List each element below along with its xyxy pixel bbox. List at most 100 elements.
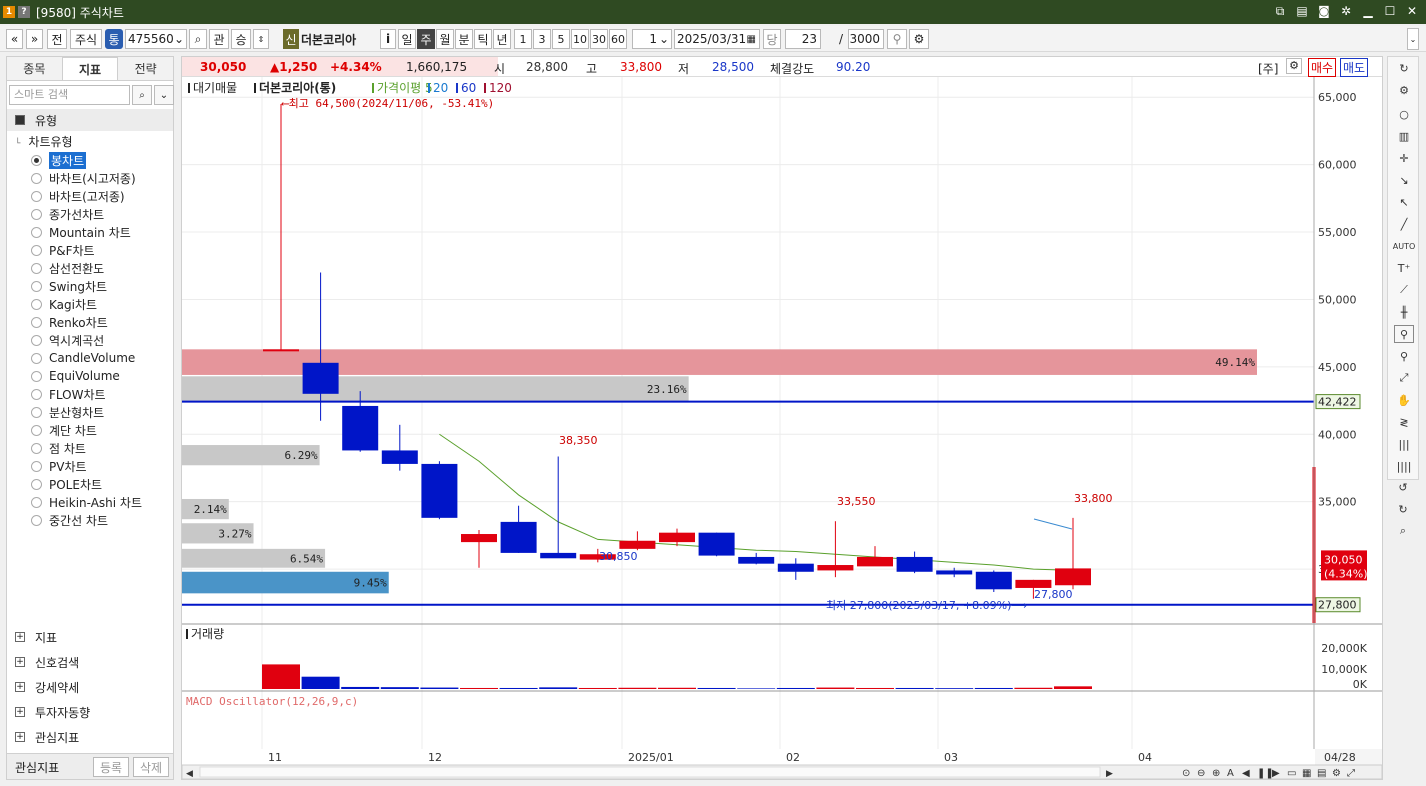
section-1[interactable]: + 신호검색 — [7, 651, 173, 673]
auto-line-icon[interactable]: AUTO — [1393, 237, 1416, 255]
radio-icon[interactable] — [31, 388, 42, 400]
market-select[interactable]: 주식 — [70, 29, 102, 49]
tab-1[interactable]: 지표 — [61, 57, 119, 80]
radio-icon[interactable] — [31, 460, 42, 472]
radio-icon[interactable] — [31, 442, 42, 454]
num-input[interactable]: 23 — [785, 29, 821, 49]
gear-icon[interactable]: ⚙ — [909, 29, 929, 49]
radio-icon[interactable] — [31, 280, 42, 292]
radio-icon[interactable] — [31, 208, 42, 220]
save-icon[interactable]: ▤ — [1294, 3, 1310, 19]
code-input[interactable]: 475560 ⌄ — [125, 29, 187, 49]
prev-button[interactable]: « — [6, 29, 23, 49]
search-icon[interactable]: ⌕ — [132, 85, 152, 105]
all-icon[interactable]: ⟋ — [1394, 281, 1414, 299]
tong-badge[interactable]: 통 — [105, 29, 123, 49]
chart-type-option[interactable]: 점 차트 — [31, 439, 86, 457]
radio-icon[interactable] — [31, 496, 42, 508]
redo-icon[interactable]: ↻ — [1393, 500, 1413, 518]
interval-10[interactable]: 10 — [571, 29, 589, 49]
next-button[interactable]: » — [26, 29, 43, 49]
maximize-icon[interactable]: ☐ — [1382, 3, 1398, 19]
register-button[interactable]: 등록 — [93, 757, 129, 777]
chart-type-option[interactable]: 봉차트 — [31, 151, 87, 169]
chart-type-option[interactable]: 바차트(시고저종) — [31, 169, 136, 187]
multi-bars-icon[interactable]: |||| — [1394, 457, 1414, 475]
link-icon[interactable]: ⧉ — [1272, 3, 1288, 19]
circle-icon[interactable]: ○ — [1394, 105, 1414, 123]
section-4[interactable]: + 관심지표 — [7, 726, 173, 748]
zoom-list-icon[interactable]: ⚲ — [1394, 347, 1414, 365]
section-2[interactable]: + 강세약세 — [7, 676, 173, 698]
pointer-icon[interactable]: ↘ — [1394, 171, 1414, 189]
collapse-icon[interactable]: ⌄ — [1407, 28, 1419, 50]
settings-icon[interactable]: ✲ — [1338, 3, 1354, 19]
chart-type-option[interactable]: P&F차트 — [31, 241, 95, 259]
crosshair-icon[interactable]: ✛ — [1394, 149, 1414, 167]
interval-60[interactable]: 60 — [609, 29, 627, 49]
radio-icon[interactable] — [31, 334, 42, 346]
zoom-icon[interactable]: ⚲ — [1394, 325, 1414, 343]
chevron-down-icon[interactable]: ⌄ — [659, 32, 669, 46]
chevron-down-icon[interactable]: ⌄ — [154, 85, 174, 105]
chart-type-option[interactable]: Kagi차트 — [31, 295, 97, 313]
info-button[interactable]: i — [380, 29, 396, 49]
radio-icon[interactable] — [31, 190, 42, 202]
expand-icon[interactable]: + — [15, 732, 25, 742]
text-icon[interactable]: T⁺ — [1394, 259, 1414, 277]
spin-icon[interactable]: ⇕ — [253, 29, 269, 49]
radio-icon[interactable] — [31, 262, 42, 274]
chart-type-option[interactable]: CandleVolume — [31, 349, 135, 367]
chart-type-option[interactable]: Renko차트 — [31, 313, 108, 331]
count-select[interactable]: 1 ⌄ — [632, 29, 672, 49]
camera-icon[interactable]: ◙ — [1316, 3, 1332, 19]
interval-5[interactable]: 5 — [552, 29, 570, 49]
price-chart[interactable]: 65,000 60,000 55,000 50,000 45,000 40,000 35,0… — [182, 77, 1382, 779]
chart-type-option[interactable]: Mountain 차트 — [31, 223, 131, 241]
chart-type-option[interactable]: Heikin-Ashi 차트 — [31, 493, 142, 511]
up-button[interactable]: 승 — [231, 29, 251, 49]
dang-button[interactable]: 당 — [763, 29, 781, 49]
chart-type-option[interactable]: PV차트 — [31, 457, 87, 475]
chart-type-option[interactable]: FLOW차트 — [31, 385, 106, 403]
chart-type-option[interactable]: POLE차트 — [31, 475, 102, 493]
radio-icon[interactable] — [31, 244, 42, 256]
candle-icon[interactable]: ╫ — [1394, 303, 1414, 321]
total-input[interactable]: 3000 — [848, 29, 884, 49]
cursor-icon[interactable]: ↖ — [1394, 193, 1414, 211]
chart-type-option[interactable]: 바차트(고저종) — [31, 187, 125, 205]
chart-type-option[interactable]: 종가선차트 — [31, 205, 104, 223]
radio-icon[interactable] — [31, 352, 42, 364]
fib-icon[interactable]: ⤢ — [1394, 369, 1414, 387]
chevron-down-icon[interactable]: ⌄ — [174, 32, 184, 46]
period-1[interactable]: 주 — [417, 29, 435, 49]
collapse-icon[interactable] — [15, 115, 25, 125]
chart-type-option[interactable]: EquiVolume — [31, 367, 120, 385]
chart-type-option[interactable]: 중간선 차트 — [31, 511, 108, 529]
line-icon[interactable]: ╱ — [1394, 215, 1414, 233]
undo-icon[interactable]: ↺ — [1393, 478, 1413, 496]
section-type[interactable]: 유형 — [7, 109, 173, 131]
expand-icon[interactable]: + — [15, 707, 25, 717]
period-0[interactable]: 일 — [398, 29, 416, 49]
help-icon[interactable]: ? — [18, 6, 30, 18]
section-3[interactable]: + 투자자동향 — [7, 701, 173, 723]
expand-icon[interactable]: + — [15, 632, 25, 642]
radio-icon[interactable] — [31, 478, 42, 490]
interval-30[interactable]: 30 — [590, 29, 608, 49]
radio-icon[interactable] — [31, 406, 42, 418]
all-button[interactable]: 전 — [47, 29, 67, 49]
hand-icon[interactable]: ✋ — [1394, 391, 1414, 409]
delete-button[interactable]: 삭제 — [133, 757, 169, 777]
bars-icon[interactable]: ||| — [1394, 435, 1414, 453]
date-input[interactable]: 2025/03/31 ▦ — [674, 29, 760, 49]
gwan-button[interactable]: 관 — [209, 29, 229, 49]
interval-3[interactable]: 3 — [533, 29, 551, 49]
zigzag-icon[interactable]: ≷ — [1394, 413, 1414, 431]
chart-type-option[interactable]: Swing차트 — [31, 277, 107, 295]
radio-icon[interactable] — [31, 316, 42, 328]
refresh-icon[interactable]: ↻ — [1394, 59, 1414, 77]
radio-icon[interactable] — [31, 424, 42, 436]
radio-icon[interactable] — [31, 370, 42, 382]
buy-button[interactable]: 매수 — [1308, 58, 1337, 77]
